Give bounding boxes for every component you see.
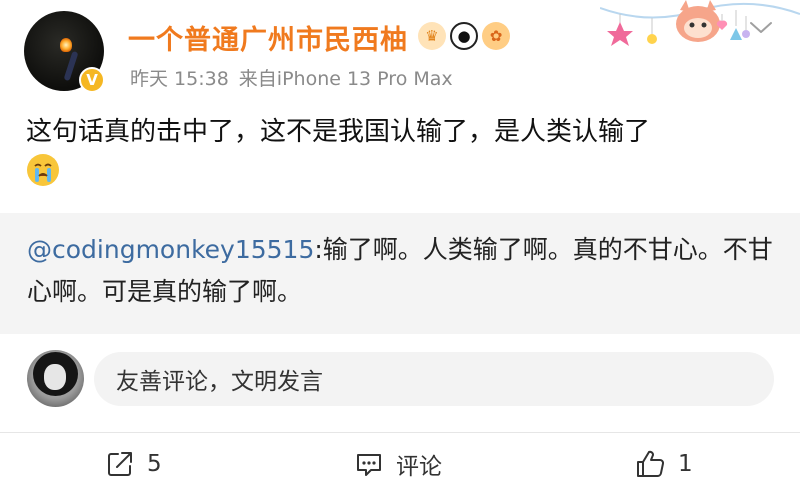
comment-input[interactable]: 友善评论，文明发言 xyxy=(94,352,774,406)
author-name[interactable]: 一个普通广州市民西柚 xyxy=(128,18,408,57)
post-meta: 昨天 15:38 来自iPhone 13 Pro Max xyxy=(130,64,453,91)
mention-link[interactable]: @codingmonkey15515 xyxy=(27,235,314,264)
comment-icon xyxy=(357,454,381,476)
thumbs-up-icon xyxy=(637,450,664,478)
pufferfish-icon[interactable]: ✿ xyxy=(482,22,510,50)
verified-badge: V xyxy=(79,67,105,93)
quoted-text: @codingmonkey15515:输了啊。人类输了啊。真的不甘心。不甘心啊。… xyxy=(27,229,777,313)
sparkler-flame xyxy=(60,38,72,52)
like-count: 1 xyxy=(678,451,693,477)
post-text: 这句话真的击中了，这不是我国认输了，是人类认输了 xyxy=(26,117,651,147)
avatar-face xyxy=(44,364,66,390)
crying-face-emoji xyxy=(27,154,59,186)
share-count: 5 xyxy=(147,451,162,477)
panda-icon[interactable]: ● xyxy=(450,22,478,50)
avatar-figure-arm xyxy=(63,50,79,82)
comment-button[interactable]: 评论 xyxy=(354,444,442,484)
current-user-avatar[interactable] xyxy=(27,350,84,407)
crying-face-icon xyxy=(28,155,58,185)
quoted-repost[interactable]: @codingmonkey15515:输了啊。人类输了啊。真的不甘心。不甘心啊。… xyxy=(0,213,800,334)
user-badges: ♛ ● ✿ xyxy=(418,22,510,50)
comment-label: 评论 xyxy=(396,454,442,480)
comment-placeholder: 友善评论，文明发言 xyxy=(116,369,323,395)
chevron-down-icon[interactable] xyxy=(747,18,775,38)
share-icon xyxy=(108,452,132,476)
like-button[interactable]: 1 xyxy=(634,444,693,484)
post-time: 昨天 15:38 xyxy=(130,68,229,90)
divider xyxy=(0,432,800,433)
post-source: 来自iPhone 13 Pro Max xyxy=(238,68,453,90)
share-button[interactable]: 5 xyxy=(105,444,162,484)
crown-icon[interactable]: ♛ xyxy=(418,22,446,50)
